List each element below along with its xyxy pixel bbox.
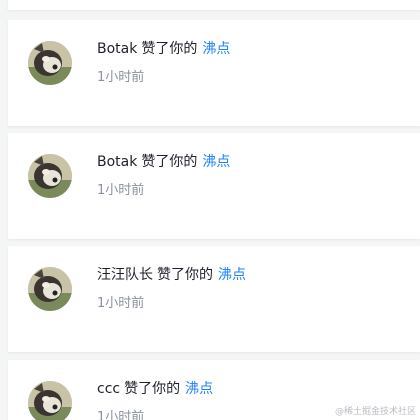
notification-card[interactable]: 汪汪队长 赞了你的 沸点 1小时前 — [8, 246, 420, 352]
target-link[interactable]: 沸点 — [218, 267, 246, 283]
notification-card[interactable]: Botak 赞了你的 沸点 1小时前 — [8, 133, 420, 239]
target-link[interactable]: 沸点 — [185, 381, 213, 397]
username[interactable]: ccc — [97, 381, 120, 397]
action-text: 赞了你的 — [141, 41, 198, 57]
avatar[interactable] — [28, 267, 72, 311]
timestamp: 1小时前 — [97, 410, 145, 420]
timestamp: 1小时前 — [97, 70, 145, 85]
notification-card[interactable]: Botak 赞了你的 沸点 1小时前 — [8, 20, 420, 126]
target-link[interactable]: 沸点 — [202, 41, 230, 57]
avatar[interactable] — [28, 381, 72, 420]
notification-text: 汪汪队长 赞了你的 沸点 — [97, 265, 246, 285]
notification-text: ccc 赞了你的 沸点 — [97, 379, 213, 399]
notification-list: Botak 赞了你的 沸点 1小时前 Botak 赞了你的 沸点 1小时前 汪汪… — [0, 0, 420, 420]
notification-text: Botak 赞了你的 沸点 — [97, 39, 230, 59]
action-text: 赞了你的 — [124, 381, 181, 397]
notification-text: Botak 赞了你的 沸点 — [97, 152, 230, 172]
watermark: @稀土掘金技术社区 — [334, 407, 416, 417]
avatar[interactable] — [28, 154, 72, 198]
username[interactable]: Botak — [97, 154, 137, 170]
timestamp: 1小时前 — [97, 296, 145, 311]
avatar[interactable] — [28, 41, 72, 85]
action-text: 赞了你的 — [157, 267, 213, 283]
timestamp: 1小时前 — [97, 183, 145, 198]
target-link[interactable]: 沸点 — [202, 154, 230, 170]
action-text: 赞了你的 — [141, 154, 198, 170]
username[interactable]: 汪汪队长 — [97, 267, 153, 283]
username[interactable]: Botak — [97, 41, 137, 57]
notification-card-partial — [8, 0, 420, 10]
